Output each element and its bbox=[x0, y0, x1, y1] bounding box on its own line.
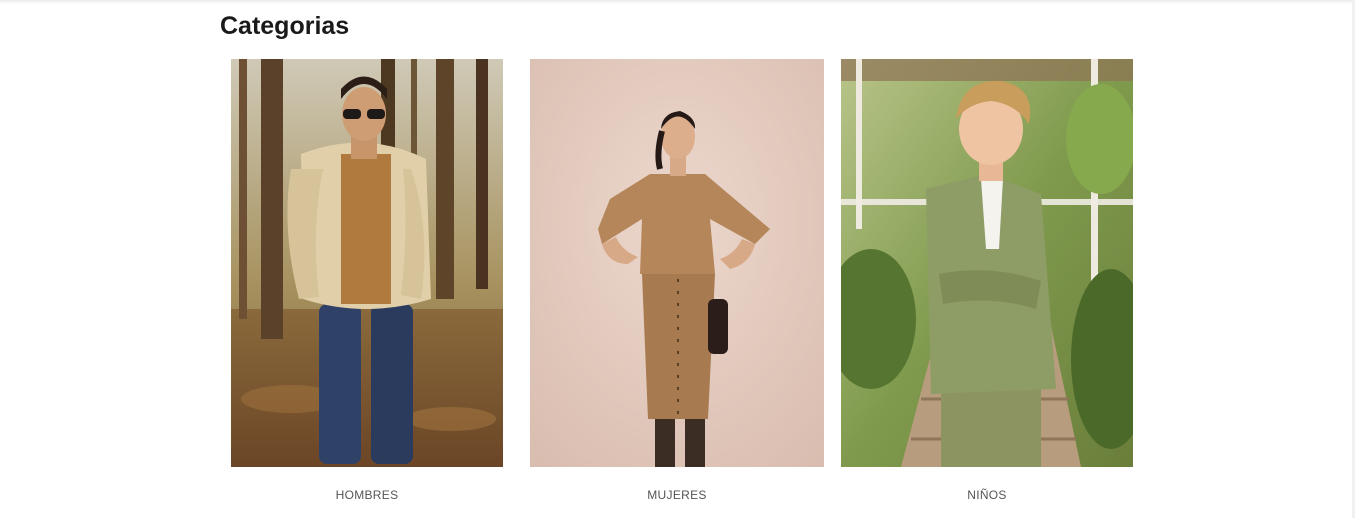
category-label-ninos[interactable]: NIÑOS bbox=[841, 488, 1133, 502]
category-image-mujeres[interactable] bbox=[530, 59, 824, 467]
man-in-forest-photo bbox=[231, 59, 503, 467]
header-shadow bbox=[0, 0, 1355, 4]
category-label-hombres[interactable]: HOMBRES bbox=[231, 488, 503, 502]
category-image-ninos[interactable] bbox=[841, 59, 1133, 467]
category-label-mujeres[interactable]: MUJERES bbox=[530, 488, 824, 502]
category-image-hombres[interactable] bbox=[231, 59, 503, 467]
boy-in-green-suit-photo bbox=[841, 59, 1133, 467]
woman-in-camel-dress-photo bbox=[530, 59, 824, 467]
section-title: Categorias bbox=[220, 12, 350, 40]
